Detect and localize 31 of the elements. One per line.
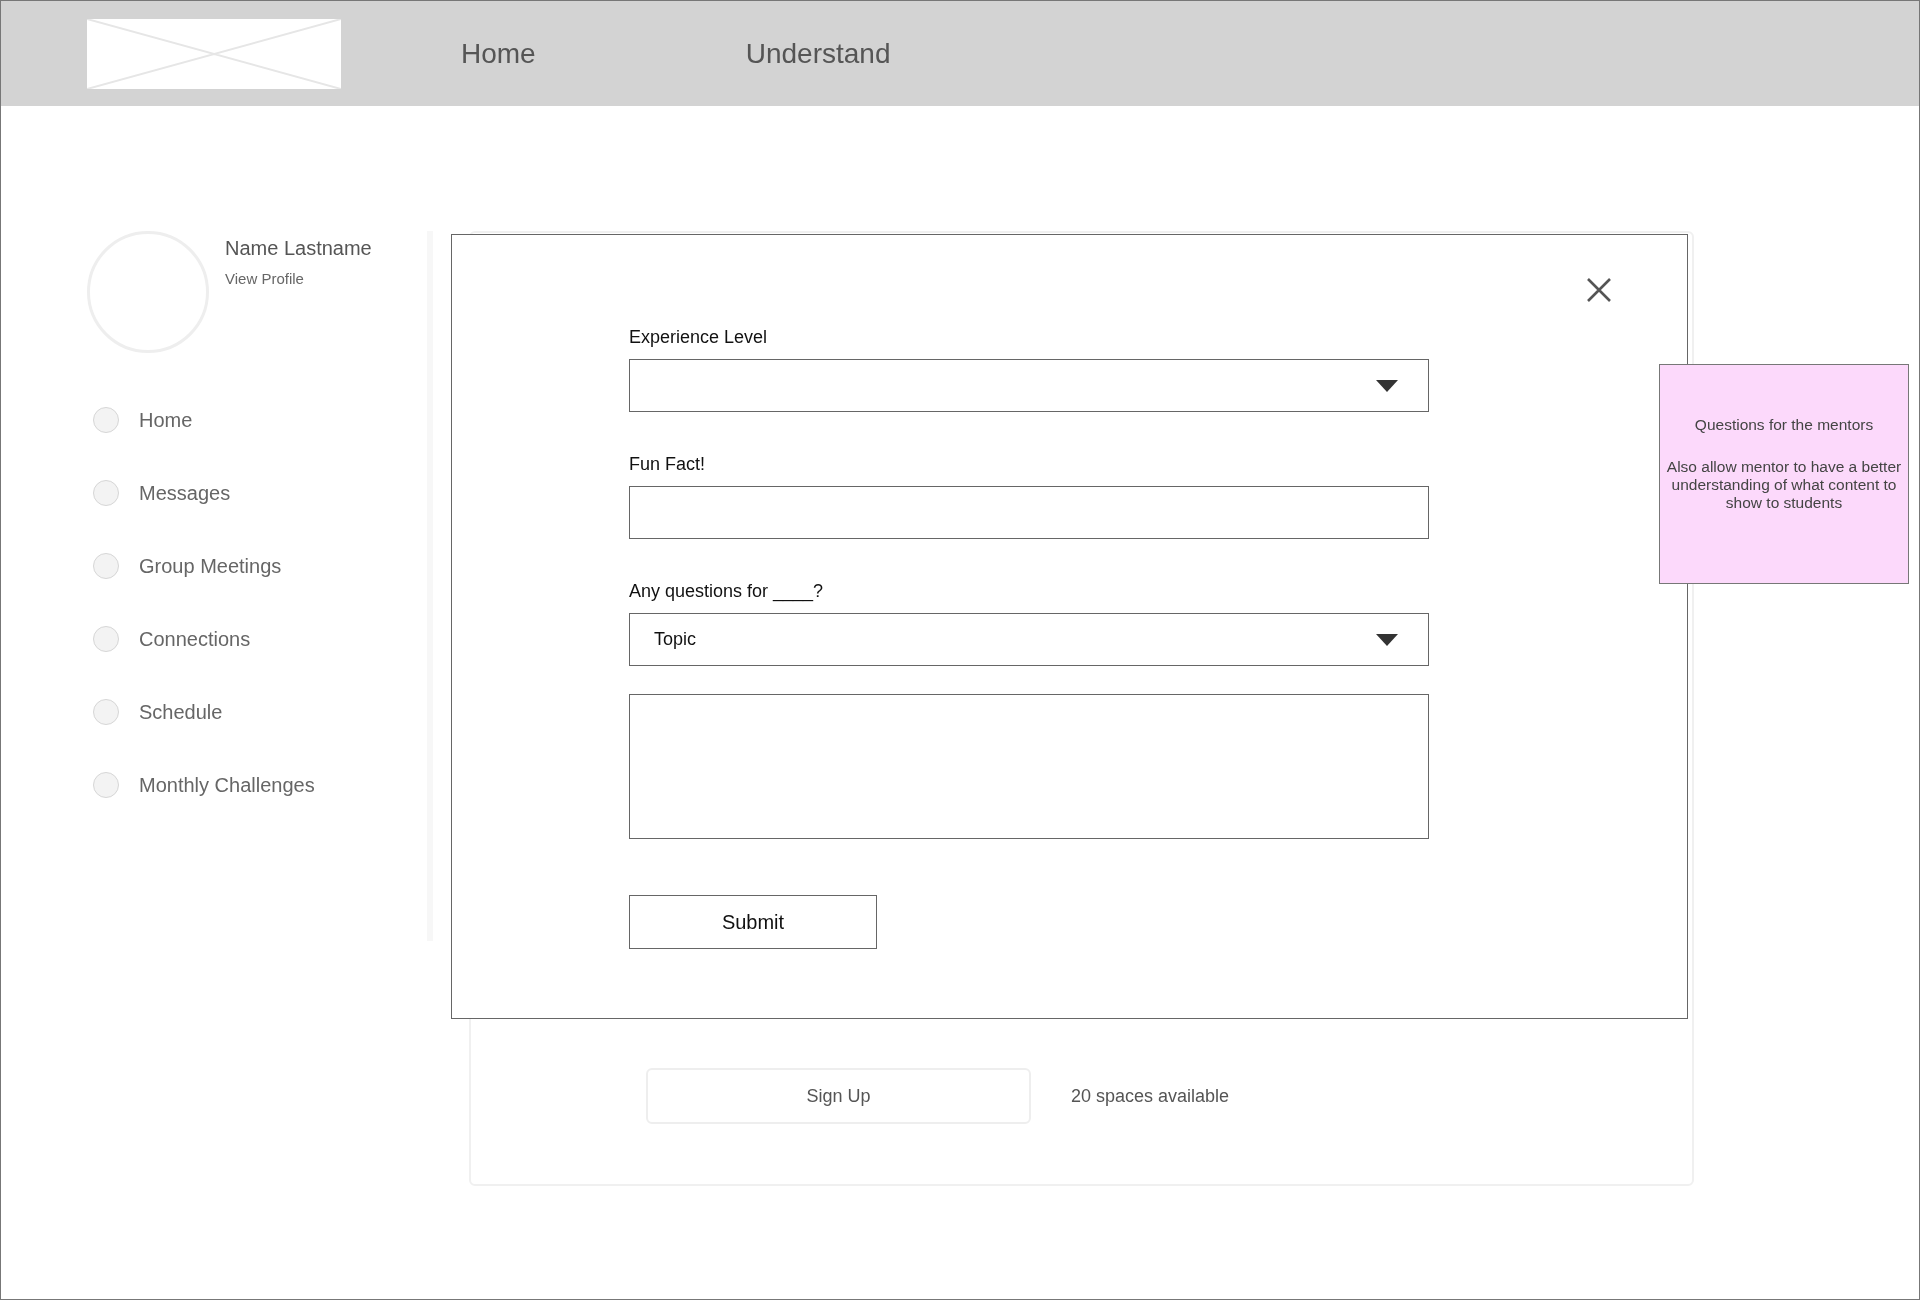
menu-item-icon — [93, 772, 119, 798]
nav-link[interactable]: Understand — [745, 37, 891, 70]
sidebar-item[interactable]: Monthly Challenges — [139, 773, 315, 797]
profile-link[interactable]: View Profile — [225, 270, 372, 287]
note-text: Also allow mentor to have a better understanding of what content to show to students — [1665, 458, 1903, 512]
note-text: Questions for the mentors — [1694, 416, 1874, 435]
field-label: Experience Level — [629, 327, 769, 348]
profile-name: Name Lastname — [225, 237, 372, 260]
close-icon[interactable] — [1586, 277, 1612, 303]
field-label: Any questions for ____? — [629, 581, 825, 602]
caret-icon — [1376, 379, 1398, 392]
sidebar-item[interactable]: Home — [139, 408, 193, 432]
dropdown-field[interactable] — [629, 359, 1429, 412]
menu-item-icon — [93, 480, 119, 506]
logo-placeholder-icon — [87, 18, 341, 89]
submit-button[interactable]: Submit — [629, 895, 877, 949]
sidebar-item[interactable]: Connections — [139, 627, 251, 651]
field-label: Fun Fact! — [629, 454, 707, 475]
dropdown-field[interactable]: Topic — [629, 613, 1429, 666]
menu-item-icon — [93, 553, 119, 579]
caret-icon — [1376, 633, 1398, 646]
sidebar-item[interactable]: Schedule — [139, 700, 223, 724]
menu-item-icon — [93, 407, 119, 433]
menu-item-icon — [93, 626, 119, 652]
sign-up-button[interactable]: Sign Up — [646, 1068, 1031, 1124]
sidebar-item[interactable]: Group Meetings — [139, 554, 282, 578]
availability-text: 20 spaces available — [1071, 1085, 1230, 1107]
menu-item-icon — [93, 699, 119, 725]
nav-link[interactable]: Home — [461, 37, 536, 70]
sidebar-item[interactable]: Messages — [139, 481, 231, 505]
input-field[interactable] — [629, 486, 1429, 539]
